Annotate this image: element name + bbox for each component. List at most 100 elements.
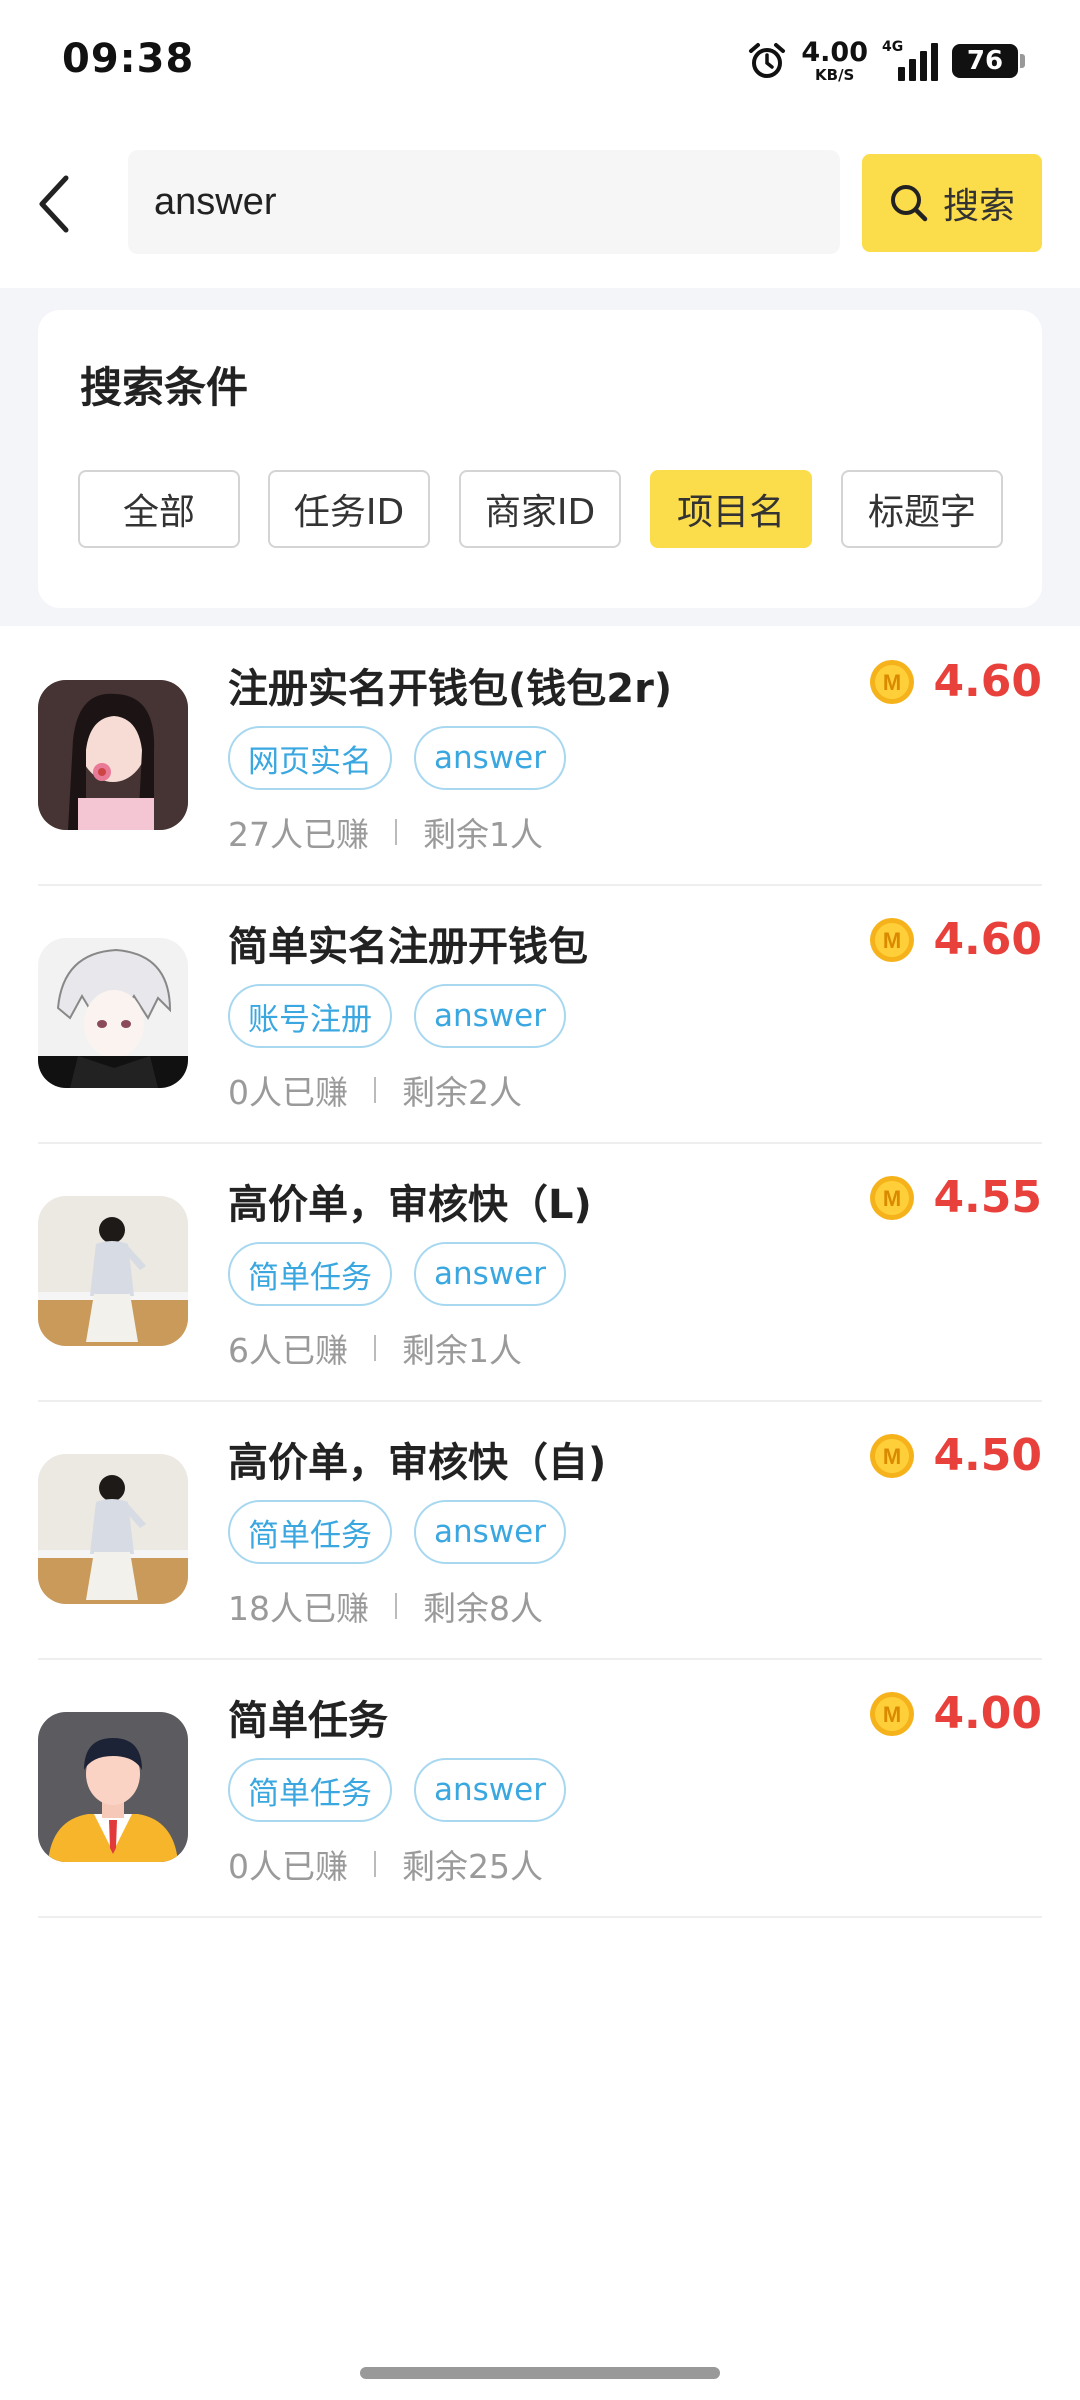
net-speed-unit: KB/S bbox=[815, 66, 855, 84]
filter-chip-merchant-id[interactable]: 商家ID bbox=[459, 470, 621, 548]
reward-amount: 4.55 bbox=[933, 1172, 1042, 1223]
filter-card: 搜索条件 全部 任务ID 商家ID 项目名 标题字 bbox=[38, 310, 1042, 608]
coin-icon: M bbox=[870, 1433, 915, 1478]
search-icon bbox=[890, 185, 928, 222]
coin-icon: M bbox=[870, 659, 915, 704]
task-stats: 27人已赚 剩余1人 bbox=[228, 808, 543, 856]
task-tag: 简单任务 bbox=[228, 1758, 392, 1822]
task-item[interactable]: 简单实名注册开钱包 账号注册 answer 0人已赚 剩余2人 M 4.60 bbox=[38, 886, 1042, 1144]
task-tags: 简单任务 answer bbox=[228, 1242, 566, 1306]
task-tag: 简单任务 bbox=[228, 1500, 392, 1564]
reward-amount: 4.00 bbox=[933, 1688, 1042, 1739]
battery-level: 76 bbox=[966, 46, 1004, 76]
signal-icon: 4G bbox=[882, 39, 938, 81]
earned-count: 0人已赚 bbox=[228, 1073, 348, 1112]
net-speed-value: 4.00 bbox=[801, 37, 868, 68]
task-reward: M 4.00 bbox=[869, 1688, 1042, 1739]
filter-chip-task-id[interactable]: 任务ID bbox=[268, 470, 430, 548]
anime-boy-avatar-image bbox=[38, 938, 188, 1088]
task-tag: answer bbox=[414, 1758, 566, 1822]
task-reward: M 4.50 bbox=[869, 1430, 1042, 1481]
task-item[interactable]: 注册实名开钱包(钱包2r) 网页实名 answer 27人已赚 剩余1人 M 4… bbox=[38, 628, 1042, 886]
svg-text:M: M bbox=[883, 928, 901, 953]
alarm-icon bbox=[749, 43, 786, 78]
remaining-count: 剩余1人 bbox=[423, 815, 543, 854]
divider bbox=[374, 1851, 376, 1877]
reward-amount: 4.50 bbox=[933, 1430, 1042, 1481]
filter-chip-all[interactable]: 全部 bbox=[78, 470, 240, 548]
coin-icon: M bbox=[870, 917, 915, 962]
earned-count: 0人已赚 bbox=[228, 1847, 348, 1886]
earned-count: 18人已赚 bbox=[228, 1589, 369, 1628]
remaining-count: 剩余8人 bbox=[423, 1589, 543, 1628]
avatar bbox=[38, 680, 188, 830]
chevron-left-icon bbox=[39, 175, 69, 233]
search-header: 搜索 bbox=[0, 120, 1080, 288]
search-input[interactable] bbox=[154, 180, 840, 224]
status-time: 09:38 bbox=[62, 36, 195, 82]
task-tags: 账号注册 answer bbox=[228, 984, 566, 1048]
net-speed: 4.00 KB/S bbox=[801, 39, 868, 83]
network-type: 4G bbox=[882, 39, 904, 55]
task-title: 注册实名开钱包(钱包2r) bbox=[228, 666, 673, 712]
filter-title: 搜索条件 bbox=[80, 363, 249, 412]
task-tag: answer bbox=[414, 984, 566, 1048]
task-tag: answer bbox=[414, 726, 566, 790]
avatar bbox=[38, 1196, 188, 1346]
task-reward: M 4.55 bbox=[869, 1172, 1042, 1223]
task-reward: M 4.60 bbox=[869, 656, 1042, 707]
search-field[interactable] bbox=[128, 150, 840, 254]
girl-mirror-avatar-image bbox=[38, 1196, 188, 1346]
home-indicator[interactable] bbox=[360, 2367, 720, 2379]
reward-amount: 4.60 bbox=[933, 914, 1042, 965]
task-item[interactable]: 高价单，审核快（L) 简单任务 answer 6人已赚 剩余1人 M 4.55 bbox=[38, 1144, 1042, 1402]
back-button[interactable] bbox=[28, 168, 78, 240]
task-tag: 网页实名 bbox=[228, 726, 392, 790]
businessman-avatar-image bbox=[38, 1712, 188, 1862]
task-tag: 简单任务 bbox=[228, 1242, 392, 1306]
coin-icon: M bbox=[870, 1691, 915, 1736]
girl-flower-avatar-image bbox=[38, 680, 188, 830]
divider bbox=[395, 819, 397, 845]
task-tag: answer bbox=[414, 1500, 566, 1564]
task-stats: 18人已赚 剩余8人 bbox=[228, 1582, 543, 1630]
reward-amount: 4.60 bbox=[933, 656, 1042, 707]
svg-text:M: M bbox=[883, 670, 901, 695]
svg-text:M: M bbox=[883, 1702, 901, 1727]
divider bbox=[395, 1593, 397, 1619]
task-stats: 0人已赚 剩余2人 bbox=[228, 1066, 522, 1114]
svg-text:M: M bbox=[883, 1444, 901, 1469]
task-title: 简单实名注册开钱包 bbox=[228, 924, 588, 970]
task-tag: 账号注册 bbox=[228, 984, 392, 1048]
filter-chip-project-name[interactable]: 项目名 bbox=[650, 470, 812, 548]
earned-count: 27人已赚 bbox=[228, 815, 369, 854]
remaining-count: 剩余25人 bbox=[402, 1847, 543, 1886]
task-title: 高价单，审核快（L) bbox=[228, 1182, 592, 1228]
search-button-label: 搜索 bbox=[942, 186, 1015, 227]
search-button[interactable]: 搜索 bbox=[862, 154, 1042, 252]
remaining-count: 剩余2人 bbox=[402, 1073, 522, 1112]
divider bbox=[374, 1335, 376, 1361]
task-tag: answer bbox=[414, 1242, 566, 1306]
filter-section: 搜索条件 全部 任务ID 商家ID 项目名 标题字 bbox=[0, 288, 1080, 626]
task-tags: 简单任务 answer bbox=[228, 1500, 566, 1564]
battery-icon: 76 bbox=[952, 44, 1025, 78]
earned-count: 6人已赚 bbox=[228, 1331, 348, 1370]
coin-icon: M bbox=[870, 1175, 915, 1220]
task-tags: 网页实名 answer bbox=[228, 726, 566, 790]
task-stats: 0人已赚 剩余25人 bbox=[228, 1840, 543, 1888]
task-stats: 6人已赚 剩余1人 bbox=[228, 1324, 522, 1372]
svg-text:M: M bbox=[883, 1186, 901, 1211]
filter-chip-title-keyword[interactable]: 标题字 bbox=[841, 470, 1003, 548]
task-reward: M 4.60 bbox=[869, 914, 1042, 965]
task-item[interactable]: 高价单，审核快（自) 简单任务 answer 18人已赚 剩余8人 M 4.50 bbox=[38, 1402, 1042, 1660]
task-title: 高价单，审核快（自) bbox=[228, 1440, 607, 1486]
avatar bbox=[38, 938, 188, 1088]
task-item[interactable]: 简单任务 简单任务 answer 0人已赚 剩余25人 M 4.00 bbox=[38, 1660, 1042, 1918]
task-tags: 简单任务 answer bbox=[228, 1758, 566, 1822]
girl-mirror-avatar-image bbox=[38, 1454, 188, 1604]
avatar bbox=[38, 1454, 188, 1604]
remaining-count: 剩余1人 bbox=[402, 1331, 522, 1370]
task-title: 简单任务 bbox=[228, 1698, 388, 1744]
status-bar: 09:38 4.00 KB/S 4G 76 bbox=[0, 0, 1080, 120]
